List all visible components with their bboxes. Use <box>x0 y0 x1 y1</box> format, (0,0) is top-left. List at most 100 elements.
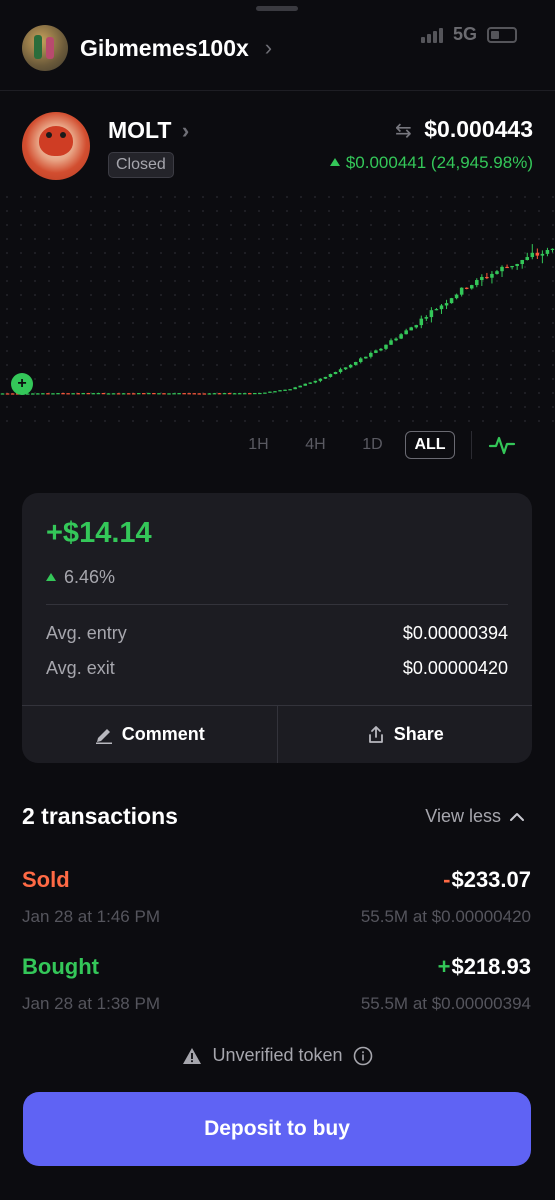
transaction-row[interactable]: Bought +$218.93 Jan 28 at 1:38 PM 55.5M … <box>22 954 531 1024</box>
candle-body <box>404 330 408 335</box>
timeframe-divider <box>471 431 472 459</box>
info-icon[interactable] <box>353 1046 373 1066</box>
candle-body <box>283 389 287 391</box>
candle-body <box>454 294 459 299</box>
status-badge: Closed <box>108 152 174 178</box>
share-button[interactable]: Share <box>276 706 533 763</box>
candle-body <box>505 266 509 269</box>
candle-body <box>394 338 398 341</box>
candle-body <box>424 317 429 319</box>
price-change: $0.000441 (24,945.98%) <box>329 153 533 173</box>
card-actions: Comment Share <box>22 705 532 763</box>
candle-body <box>333 372 338 375</box>
candle-body <box>520 259 524 265</box>
candle-body <box>187 393 191 395</box>
tab-1d[interactable]: 1D <box>344 436 401 454</box>
view-less-label[interactable]: View less <box>425 806 501 827</box>
candle-body <box>303 383 308 386</box>
signal-icon <box>420 27 443 43</box>
candle-body <box>318 378 323 381</box>
candle-body <box>510 265 514 268</box>
candle-body <box>384 344 388 349</box>
candle-body <box>152 393 156 395</box>
candle-body <box>399 334 403 339</box>
candle-body <box>545 250 550 254</box>
candle-body <box>495 271 499 274</box>
price-chart[interactable] <box>0 190 555 425</box>
candle-body <box>61 393 65 395</box>
candle-body <box>328 374 333 377</box>
entry-marker-icon[interactable]: + <box>11 373 33 395</box>
candle-body <box>343 367 348 370</box>
candle-body <box>10 393 15 395</box>
transaction-type: Bought <box>22 954 99 979</box>
candle-body <box>364 356 368 359</box>
candle-body <box>475 280 479 286</box>
candle-body <box>389 340 393 345</box>
candle-body <box>147 393 151 395</box>
comment-label[interactable]: Comment <box>122 724 205 745</box>
swap-icon[interactable]: ⇆ <box>395 120 412 142</box>
share-label[interactable]: Share <box>394 724 444 745</box>
candle-body <box>515 264 519 266</box>
transaction-detail: 55.5M at $0.00000420 <box>360 907 531 926</box>
candle-body <box>459 287 464 295</box>
deposit-to-buy-button[interactable]: Deposit to buy <box>23 1092 531 1166</box>
candle-body <box>525 257 530 260</box>
tab-4h[interactable]: 4H <box>287 436 344 454</box>
candle-body <box>237 393 242 395</box>
pnl-percent-value: 6.46% <box>64 567 116 587</box>
wallet-name[interactable]: Gibmemes100x <box>80 35 249 62</box>
tab-all[interactable]: ALL <box>405 431 455 459</box>
candle-body <box>379 348 383 351</box>
candle-body <box>31 393 35 395</box>
sheet-grabber[interactable] <box>256 6 298 11</box>
warning-icon <box>183 1047 202 1064</box>
wallet-header[interactable]: Gibmemes100x › <box>22 24 272 72</box>
candle-body <box>162 393 166 395</box>
candle-body <box>338 369 343 373</box>
avg-exit-label: Avg. exit <box>46 658 115 678</box>
candle-body <box>126 393 131 395</box>
avg-entry-label: Avg. entry <box>46 623 127 643</box>
candle-body <box>192 393 197 395</box>
crab-icon <box>39 126 73 156</box>
transaction-amount: +$218.93 <box>438 954 531 980</box>
candle-body <box>374 350 378 353</box>
candle-body <box>268 391 272 393</box>
token-name[interactable]: MOLT <box>108 117 171 143</box>
candle-body <box>121 393 126 395</box>
candle-body <box>439 305 444 310</box>
candle-body <box>71 393 75 395</box>
candle-body <box>535 252 540 256</box>
line-chart-icon[interactable] <box>488 431 516 459</box>
transaction-row[interactable]: Sold -$233.07 Jan 28 at 1:46 PM 55.5M at… <box>22 867 531 937</box>
candle-body <box>0 393 5 395</box>
candle-body <box>101 393 106 395</box>
candle-body <box>409 327 413 331</box>
view-less-button[interactable]: View less <box>425 806 525 827</box>
candle-body <box>293 387 297 390</box>
candle-body <box>288 389 292 391</box>
pnl-percent: 6.46% <box>46 567 115 588</box>
candle-body <box>41 393 45 395</box>
comment-button[interactable]: Comment <box>22 706 277 763</box>
price-change-value: $0.000441 (24,945.98%) <box>345 153 533 172</box>
transaction-type: Sold <box>22 867 70 892</box>
candle-body <box>419 318 424 326</box>
tab-1h[interactable]: 1H <box>230 436 287 454</box>
candle-body <box>449 298 454 304</box>
candle-body <box>369 352 373 357</box>
token-name-link[interactable]: MOLT › <box>108 117 189 144</box>
triangle-up-icon <box>46 573 56 581</box>
candle-body <box>258 392 262 395</box>
transaction-amount: -$233.07 <box>443 867 531 893</box>
wallet-avatar[interactable] <box>22 25 68 71</box>
status-bar: 5G <box>420 24 517 45</box>
chevron-right-icon: › <box>264 35 273 60</box>
candle-body <box>86 393 91 395</box>
warning-text: Unverified token <box>212 1045 343 1065</box>
unverified-token-warning[interactable]: Unverified token <box>0 1045 555 1066</box>
crab-eye-right <box>60 132 66 138</box>
candle-body <box>5 393 10 395</box>
